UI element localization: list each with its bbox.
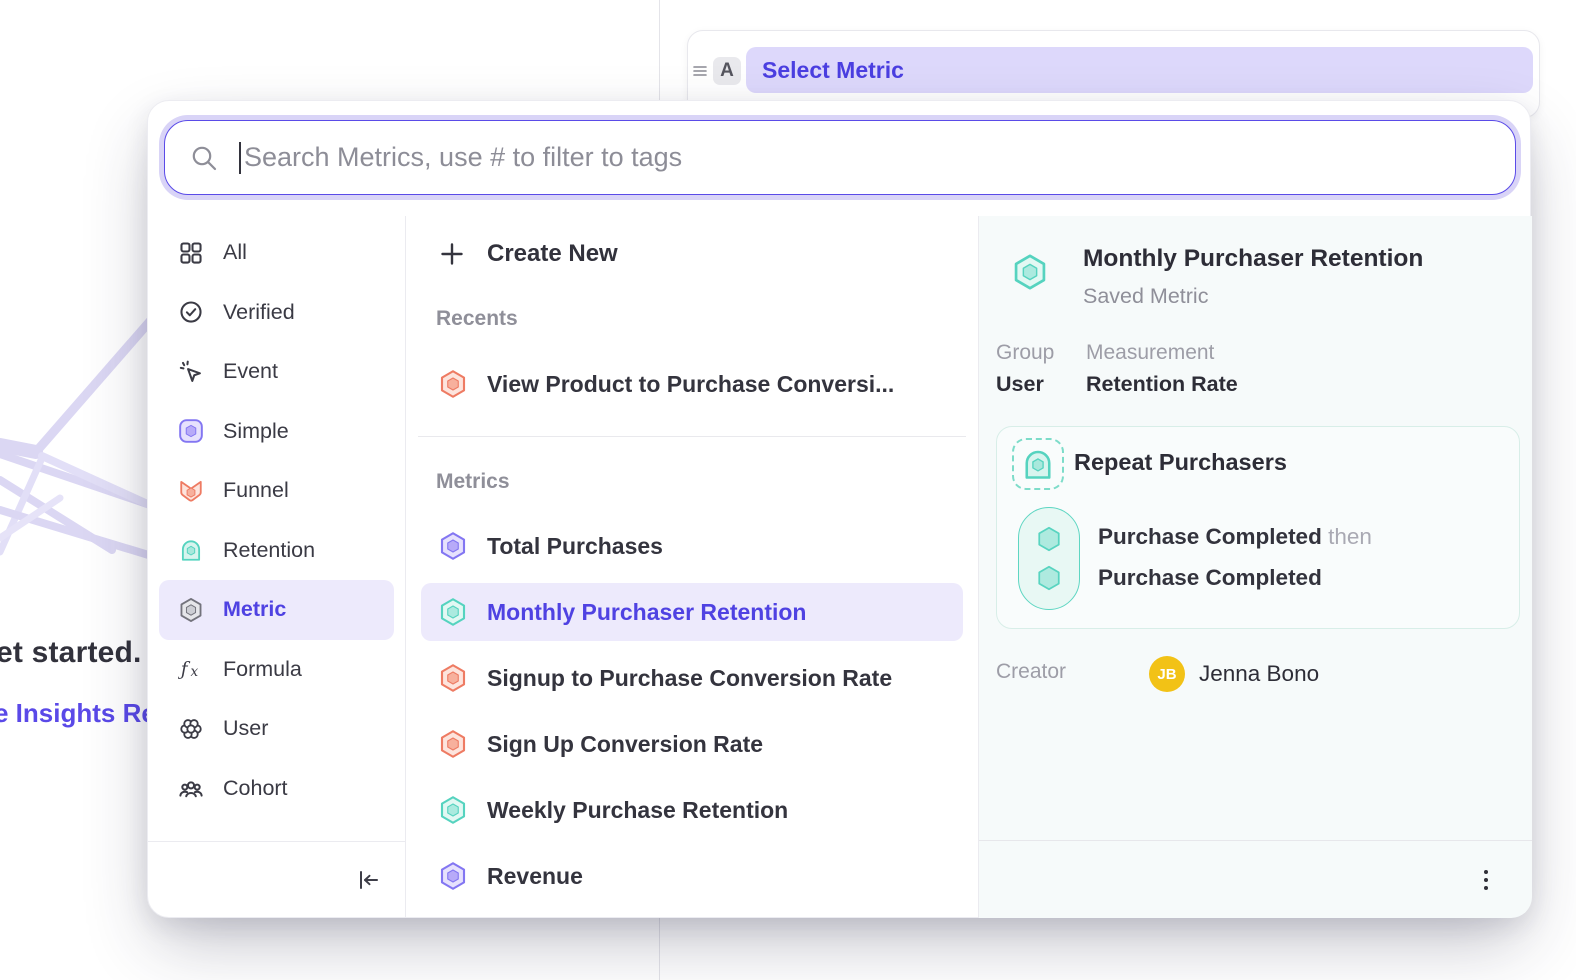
metric-hexagon-icon <box>178 597 204 623</box>
metric-item-label: Signup to Purchase Conversion Rate <box>487 665 892 692</box>
formula-fx-icon: ƒ x <box>178 656 204 682</box>
sidebar-item-label: Cohort <box>223 776 288 801</box>
behavior-title: Repeat Purchasers <box>1074 449 1287 476</box>
sidebar-item-label: Metric <box>223 597 286 622</box>
creator-label: Creator <box>996 660 1066 684</box>
metric-item-revenue[interactable]: Revenue <box>421 847 963 905</box>
create-new-button[interactable]: Create New <box>406 226 978 282</box>
step-1-event: Purchase Completed <box>1098 524 1322 549</box>
detail-footer <box>979 840 1532 918</box>
sidebar-item-label: Funnel <box>223 478 289 503</box>
metric-hexagon-icon <box>438 531 468 561</box>
user-cluster-icon <box>178 716 204 742</box>
metric-picker-dialog: All Verified Event <box>147 100 1531 918</box>
simple-metric-icon <box>178 418 204 444</box>
metric-item-label: Revenue <box>487 863 583 890</box>
text-caret <box>239 142 241 174</box>
cursor-spark-icon <box>178 359 204 385</box>
creator-avatar: JB <box>1149 656 1185 692</box>
sidebar-item-label: All <box>223 240 247 265</box>
sidebar-item-label: Verified <box>223 300 295 325</box>
metric-hexagon-icon <box>1011 253 1049 291</box>
search-box[interactable] <box>164 120 1516 195</box>
detail-subtitle: Saved Metric <box>1083 284 1208 309</box>
drag-handle-icon[interactable] <box>691 62 709 80</box>
metric-detail-panel: Monthly Purchaser Retention Saved Metric… <box>979 216 1532 918</box>
measurement-value: Retention Rate <box>1086 372 1238 397</box>
group-value: User <box>996 372 1044 397</box>
sidebar-item-verified[interactable]: Verified <box>159 283 394 343</box>
sidebar-item-label: Formula <box>223 657 302 682</box>
metric-hexagon-icon <box>438 663 468 693</box>
funnel-icon <box>178 478 204 504</box>
recent-metric-item[interactable]: View Product to Purchase Conversi... <box>421 356 963 412</box>
sidebar-item-cohort[interactable]: Cohort <box>159 759 394 819</box>
metric-row-badge: A <box>713 57 741 85</box>
search-icon <box>189 143 219 173</box>
sidebar-item-label: Event <box>223 359 278 384</box>
sidebar-item-simple[interactable]: Simple <box>159 402 394 462</box>
svg-text:ƒ: ƒ <box>178 659 191 680</box>
metric-item-label: Monthly Purchaser Retention <box>487 599 806 626</box>
step-hexagon-icon <box>1034 563 1064 593</box>
metric-item-label: Total Purchases <box>487 533 663 560</box>
sidebar-item-user[interactable]: User <box>159 699 394 759</box>
sidebar-item-all[interactable]: All <box>159 223 394 283</box>
metrics-section-label: Metrics <box>406 470 978 494</box>
sidebar-item-metric[interactable]: Metric <box>159 580 394 640</box>
metric-item-sign-up-conversion-rate[interactable]: Sign Up Conversion Rate <box>421 715 963 773</box>
sidebar-item-formula[interactable]: ƒ x Formula <box>159 640 394 700</box>
metric-item-monthly-purchaser-retention[interactable]: Monthly Purchaser Retention <box>421 583 963 641</box>
metric-item-total-purchases[interactable]: Total Purchases <box>421 517 963 575</box>
step-connector: then <box>1328 524 1372 549</box>
list-divider <box>418 436 966 437</box>
collapse-sidebar-icon[interactable] <box>355 866 383 894</box>
funnel-metric-icon <box>438 369 468 399</box>
verified-badge-icon <box>178 299 204 325</box>
cohort-people-icon <box>178 775 204 801</box>
step-sequence-capsule <box>1018 507 1080 610</box>
metric-item-label: View Product to Purchase Conversi... <box>487 371 894 398</box>
behavior-step-2: Purchase Completed <box>1098 565 1322 591</box>
creator-name: Jenna Bono <box>1199 661 1319 687</box>
sidebar-item-event[interactable]: Event <box>159 342 394 402</box>
metric-item-label: Sign Up Conversion Rate <box>487 731 763 758</box>
behavior-step-1: Purchase Completed then <box>1098 524 1372 550</box>
measurement-label: Measurement <box>1086 341 1214 365</box>
repeat-purchasers-icon <box>1012 438 1064 490</box>
sidebar-footer <box>148 841 405 918</box>
metric-list-column: Create New Recents View Product to Purch… <box>406 216 979 918</box>
sidebar-item-funnel[interactable]: Funnel <box>159 461 394 521</box>
search-input[interactable] <box>244 128 1515 188</box>
metric-hexagon-icon <box>438 597 468 627</box>
select-metric-button[interactable]: Select Metric <box>746 47 1533 93</box>
metric-item-weekly-purchase-retention[interactable]: Weekly Purchase Retention <box>421 781 963 839</box>
create-new-label: Create New <box>487 240 618 268</box>
background-insights-link-fragment[interactable]: e Insights Re <box>0 698 156 729</box>
group-label: Group <box>996 341 1054 365</box>
sidebar-item-label: Retention <box>223 538 315 563</box>
metric-hexagon-icon <box>438 795 468 825</box>
detail-title: Monthly Purchaser Retention <box>1083 245 1423 273</box>
step-hexagon-icon <box>1034 524 1064 554</box>
recents-section-label: Recents <box>406 307 978 331</box>
sidebar-item-label: User <box>223 716 268 741</box>
more-options-icon[interactable] <box>1474 867 1498 893</box>
metric-item-label: Weekly Purchase Retention <box>487 797 788 824</box>
plus-icon <box>438 240 466 268</box>
sidebar-item-retention[interactable]: Retention <box>159 521 394 581</box>
category-sidebar: All Verified Event <box>148 216 406 918</box>
background-heading-fragment: et started. <box>0 636 142 670</box>
grid-icon <box>178 240 204 266</box>
metric-hexagon-icon <box>438 729 468 759</box>
svg-text:x: x <box>190 664 198 680</box>
metric-item-signup-to-purchase-conversion-rate[interactable]: Signup to Purchase Conversion Rate <box>421 649 963 707</box>
retention-arch-icon <box>178 537 204 563</box>
metric-hexagon-icon <box>438 861 468 891</box>
behavior-definition-card: Repeat Purchasers Purchase Completed the… <box>996 426 1520 629</box>
sidebar-item-label: Simple <box>223 419 289 444</box>
